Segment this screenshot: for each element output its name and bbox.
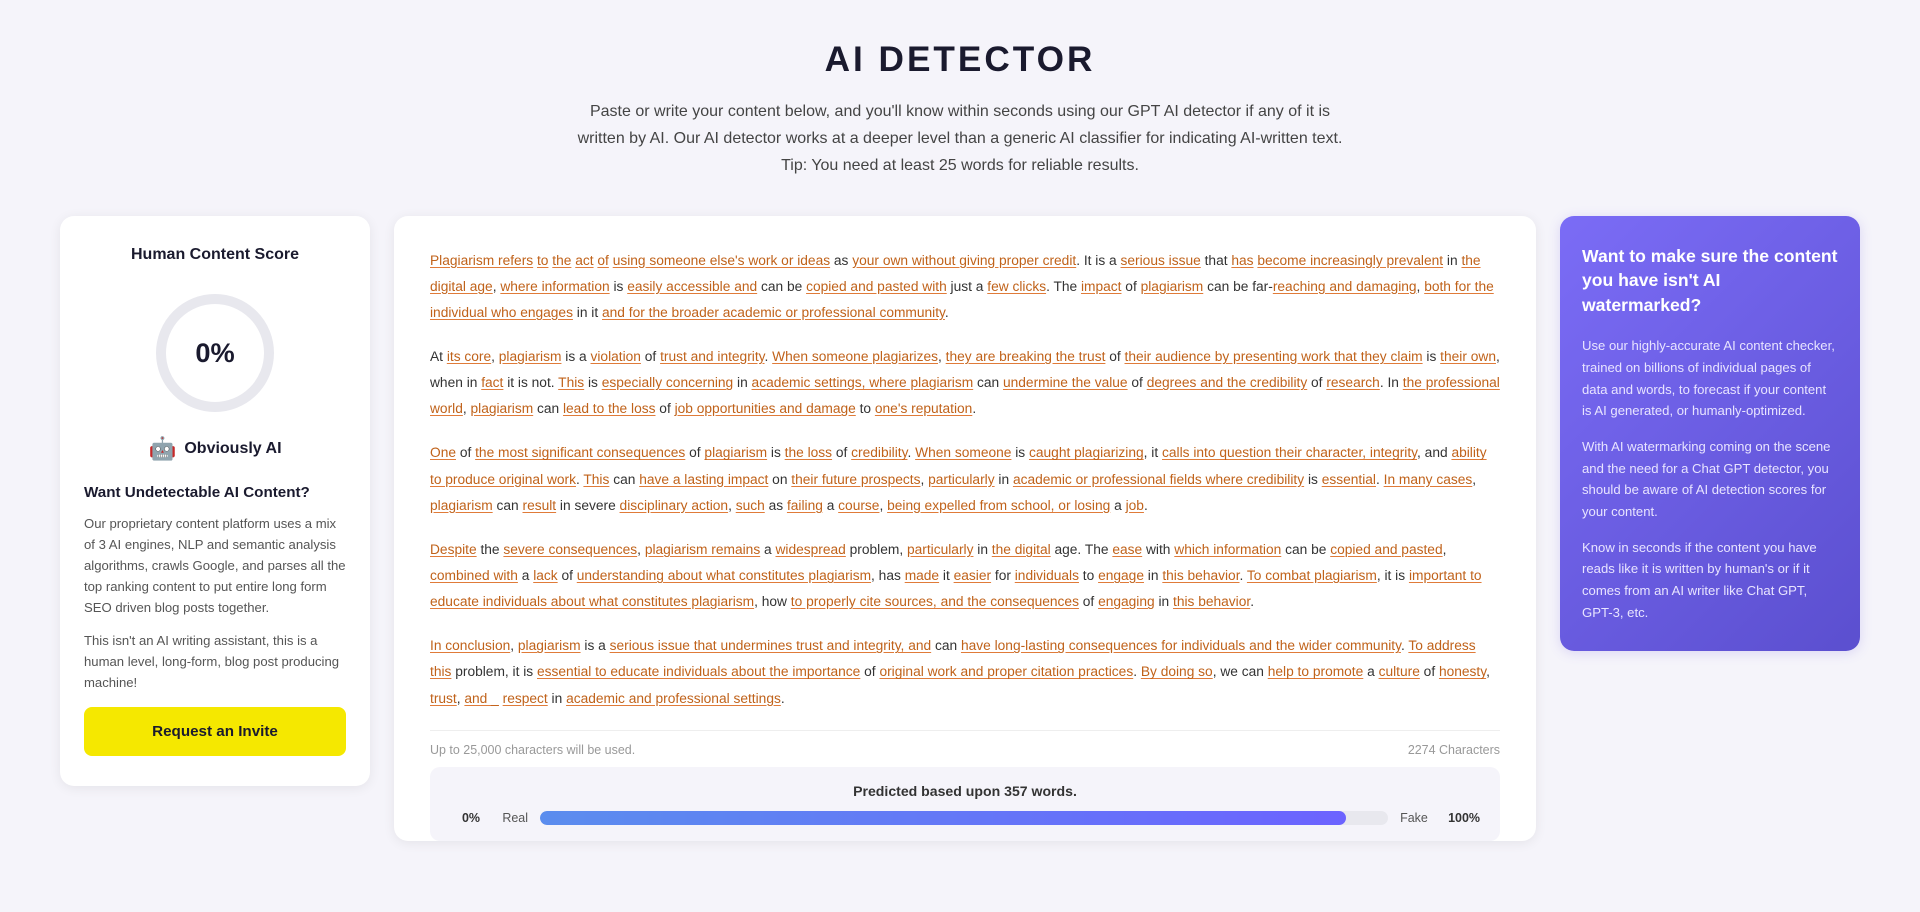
watermark-card: Want to make sure the content you have i… [1560,216,1860,652]
desc2: This isn't an AI writing assistant, this… [84,630,346,693]
page-title: AI DETECTOR [60,40,1860,80]
human-score-title: Human Content Score [84,246,346,264]
prediction-label: Predicted based upon 357 words. [450,783,1480,799]
bar-row: 0% Real Fake 100% [450,811,1480,825]
content-text: Plagiarism refers to the act of using so… [430,248,1500,712]
request-invite-button[interactable]: Request an Invite [84,707,346,756]
bar-pct-right: 100% [1448,811,1480,825]
paragraph-4: Despite the severe consequences, plagiar… [430,537,1500,615]
watermark-p2: With AI watermarking coming on the scene… [1582,436,1838,523]
bar-track [540,811,1388,825]
page-header: AI DETECTOR Paste or write your content … [60,40,1860,180]
left-panel: Human Content Score 0% 🤖 Obviously AI Wa… [60,216,370,786]
prediction-words: 357 words. [1004,783,1077,799]
center-panel: Plagiarism refers to the act of using so… [394,216,1536,841]
bar-label-right: Fake [1400,811,1436,825]
main-content: Human Content Score 0% 🤖 Obviously AI Wa… [60,216,1860,841]
watermark-p3: Know in seconds if the content you have … [1582,537,1838,624]
prediction-bar-wrapper: Predicted based upon 357 words. 0% Real … [430,767,1500,841]
footer-meta: Up to 25,000 characters will be used. 22… [430,743,1500,757]
bar-pct-left: 0% [450,811,480,825]
score-circle: 0% [150,288,280,418]
robot-icon: 🤖 [148,436,176,462]
paragraph-3: One of the most significant consequences… [430,440,1500,518]
score-value: 0% [195,337,234,369]
paragraph-5: In conclusion, plagiarism is a serious i… [430,633,1500,711]
header-description: Paste or write your content below, and y… [570,98,1350,180]
want-undetectable-title: Want Undetectable AI Content? [84,484,346,501]
paragraph-2: At its core, plagiarism is a violation o… [430,344,1500,422]
paragraph-1: Plagiarism refers to the act of using so… [430,248,1500,326]
footer-left: Up to 25,000 characters will be used. [430,743,635,757]
ai-badge: 🤖 Obviously AI [84,436,346,462]
bar-label-left: Real [492,811,528,825]
ai-badge-text: Obviously AI [184,440,281,458]
right-panel: Want to make sure the content you have i… [1560,216,1860,652]
desc1: Our proprietary content platform uses a … [84,513,346,618]
watermark-p1: Use our highly-accurate AI content check… [1582,335,1838,422]
footer-right: 2274 Characters [1408,743,1500,757]
footer-bar: Up to 25,000 characters will be used. 22… [430,730,1500,841]
score-circle-wrapper: 0% [84,288,346,418]
watermark-title: Want to make sure the content you have i… [1582,244,1838,318]
bar-fill [540,811,1346,825]
